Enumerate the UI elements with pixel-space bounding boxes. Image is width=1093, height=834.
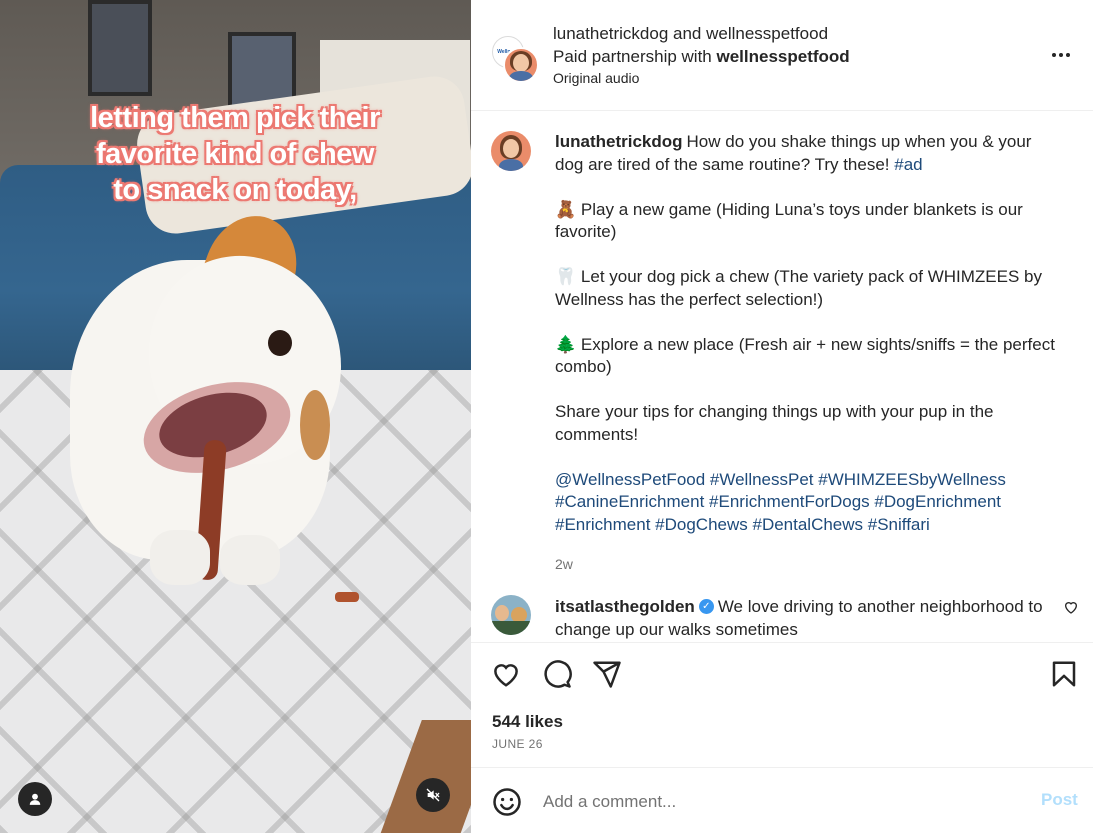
speaker-muted-icon bbox=[426, 788, 440, 802]
more-options-button[interactable] bbox=[1049, 45, 1073, 65]
save-bookmark-icon[interactable] bbox=[1049, 659, 1079, 689]
like-heart-icon[interactable] bbox=[491, 659, 521, 689]
commenter-avatar[interactable] bbox=[491, 595, 531, 635]
comments-scroll-area[interactable]: lunathetrickdog How do you shake things u… bbox=[471, 111, 1093, 641]
comment-composer: Post bbox=[471, 767, 1093, 834]
paid-partnership-label: Paid partnership with wellnesspetfood bbox=[553, 45, 850, 68]
comment-like-icon[interactable] bbox=[1063, 599, 1079, 615]
post-username[interactable]: lunathetrickdog bbox=[555, 132, 683, 151]
avatar bbox=[503, 47, 539, 83]
collab-avatars[interactable]: Wellness bbox=[492, 36, 539, 83]
caption-closing: Share your tips for changing things up w… bbox=[555, 402, 994, 444]
audio-link[interactable]: Original audio bbox=[553, 68, 850, 88]
reel-video[interactable]: letting them pick their favorite kind of… bbox=[0, 0, 471, 833]
avatar-shirt bbox=[491, 621, 531, 635]
tagged-people-button[interactable] bbox=[18, 782, 52, 816]
collab-usernames[interactable]: lunathetrickdog and wellnesspetfood bbox=[553, 22, 850, 45]
dog-paw bbox=[220, 535, 280, 585]
post-details-panel: Wellness lunathetrickdog and wellnesspet… bbox=[471, 0, 1093, 833]
action-bar: 544 likes JUNE 26 bbox=[471, 642, 1093, 768]
dog-ear bbox=[300, 390, 330, 460]
post-comment-button[interactable]: Post bbox=[1041, 790, 1078, 810]
header-text: lunathetrickdog and wellnesspetfood Paid… bbox=[553, 22, 850, 88]
more-icon-dot bbox=[1052, 53, 1056, 57]
caption-item: 🦷 Let your dog pick a chew (The variety … bbox=[555, 266, 1055, 311]
caption-item-text: Play a new game (Hiding Luna’s toys unde… bbox=[555, 199, 1023, 242]
avatar-face bbox=[503, 139, 519, 158]
emoji-picker-icon[interactable] bbox=[492, 787, 522, 817]
share-paper-plane-icon[interactable] bbox=[592, 659, 622, 689]
comment-bubble-icon[interactable] bbox=[542, 659, 572, 689]
post-date[interactable]: JUNE 26 bbox=[492, 737, 543, 751]
comment-item: itsatlasthegolden ✓ We love driving to ano… bbox=[471, 593, 1093, 641]
post-age[interactable]: 2w bbox=[555, 553, 1055, 576]
tooth-icon: 🦷 bbox=[555, 267, 577, 286]
hashtag-link[interactable]: #ad bbox=[894, 155, 922, 174]
avatar-shirt bbox=[499, 159, 523, 171]
avatar[interactable] bbox=[491, 131, 531, 171]
person-tag-icon bbox=[29, 793, 41, 805]
tree-icon: 🌲 bbox=[555, 334, 577, 354]
mute-toggle-button[interactable] bbox=[416, 778, 450, 812]
commenter-username[interactable]: itsatlasthegolden bbox=[555, 597, 695, 616]
hashtag-links[interactable]: @WellnessPetFood #WellnessPet #WHIMZEESb… bbox=[555, 469, 1055, 537]
partner-link[interactable]: wellnesspetfood bbox=[716, 47, 849, 66]
paid-partnership-prefix: Paid partnership with bbox=[553, 47, 717, 66]
caption-item: 🧸 Play a new game (Hiding Luna’s toys un… bbox=[555, 199, 1055, 244]
caption-line: favorite kind of chew bbox=[96, 138, 374, 170]
chew-crumb bbox=[335, 592, 359, 602]
more-icon-dot bbox=[1066, 53, 1070, 57]
likes-count[interactable]: 544 likes bbox=[492, 712, 563, 732]
caption-line: letting them pick their bbox=[90, 102, 380, 134]
caption-intro: lunathetrickdog How do you shake things u… bbox=[555, 131, 1055, 176]
caption-item-text: Explore a new place (Fresh air + new sig… bbox=[555, 334, 1055, 377]
comment-input[interactable] bbox=[541, 788, 1005, 816]
dog-paw bbox=[150, 530, 210, 585]
wall-picture-frame bbox=[88, 0, 152, 96]
post-caption: lunathetrickdog How do you shake things u… bbox=[555, 131, 1055, 575]
comment-body: itsatlasthegolden ✓ We love driving to ano… bbox=[555, 595, 1045, 641]
avatar-face bbox=[495, 605, 509, 621]
avatar-face bbox=[513, 54, 529, 72]
more-icon-dot bbox=[1059, 53, 1063, 57]
caption-line: to snack on today, bbox=[113, 174, 357, 206]
avatar-shirt bbox=[509, 71, 533, 81]
post-header: Wellness lunathetrickdog and wellnesspet… bbox=[471, 0, 1093, 111]
verified-badge-icon: ✓ bbox=[698, 599, 714, 615]
caption-item-text: Let your dog pick a chew (The variety pa… bbox=[555, 267, 1042, 309]
dog-eye bbox=[268, 330, 292, 356]
video-caption: letting them pick their favorite kind of… bbox=[20, 100, 450, 208]
caption-item: 🌲 Explore a new place (Fresh air + new s… bbox=[555, 334, 1055, 379]
teddy-bear-icon: 🧸 bbox=[555, 199, 577, 219]
